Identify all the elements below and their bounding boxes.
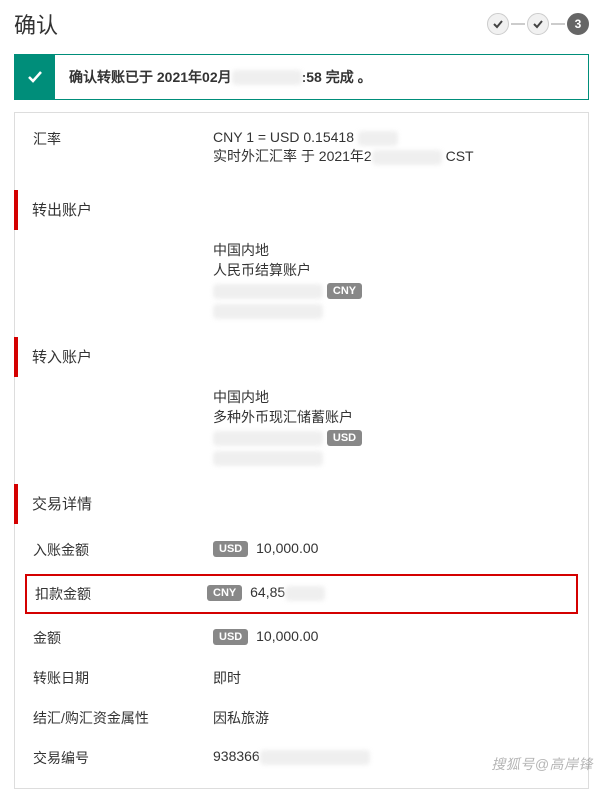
- amount-label: 金额: [33, 628, 213, 648]
- redacted-text: [213, 431, 323, 446]
- alert-message: 确认转账已于 2021年02月 :58 完成 。: [55, 55, 588, 99]
- amount-value: 10,000.00: [256, 628, 318, 644]
- alert-suffix: :58 完成 。: [302, 67, 372, 87]
- purpose-value: 因私旅游: [213, 708, 570, 728]
- from-account-header: 转出账户: [14, 190, 588, 230]
- transfer-date-row: 转账日期 即时: [15, 658, 588, 698]
- redacted-text: [232, 70, 302, 85]
- to-account-header: 转入账户: [14, 337, 588, 377]
- to-account-row: 中国内地 多种外币现汇储蓄账户 USD: [15, 383, 588, 470]
- reference-label: 交易编号: [33, 748, 213, 768]
- purpose-label: 结汇/购汇资金属性: [33, 708, 213, 728]
- step-2-done: [527, 13, 549, 35]
- redacted-text: [285, 586, 325, 601]
- reference-row: 交易编号 938366: [15, 738, 588, 778]
- debit-amount-highlight: 扣款金额 CNY 64,85: [25, 574, 578, 614]
- to-region: 中国内地: [213, 387, 570, 407]
- to-account-type: 多种外币现汇储蓄账户: [213, 407, 570, 427]
- rate-line2-prefix: 实时外汇汇率 于 2021年2: [213, 148, 372, 164]
- step-connector: [511, 23, 525, 25]
- reference-value: 938366: [213, 748, 260, 764]
- rate-value: CNY 1 = USD 0.15418 实时外汇汇率 于 2021年2 CST: [213, 129, 570, 166]
- currency-badge: USD: [213, 541, 248, 557]
- redacted-text: [213, 304, 323, 319]
- rate-line1: CNY 1 = USD 0.15418: [213, 129, 354, 145]
- currency-badge: USD: [213, 629, 248, 645]
- step-1-done: [487, 13, 509, 35]
- check-icon: [532, 18, 544, 30]
- purpose-row: 结汇/购汇资金属性 因私旅游: [15, 698, 588, 738]
- redacted-text: [213, 451, 323, 466]
- currency-badge: CNY: [207, 585, 242, 601]
- success-alert: 确认转账已于 2021年02月 :58 完成 。: [14, 54, 589, 100]
- step-3-current: 3: [567, 13, 589, 35]
- check-icon: [492, 18, 504, 30]
- debit-amount-value: 64,85: [250, 584, 285, 600]
- page-title: 确认: [14, 8, 58, 40]
- redacted-text: [213, 284, 323, 299]
- rate-label: 汇率: [33, 129, 213, 166]
- redacted-text: [260, 750, 370, 765]
- redacted-text: [358, 131, 398, 146]
- transaction-details-header: 交易详情: [14, 484, 588, 524]
- currency-badge: CNY: [327, 283, 362, 299]
- currency-badge: USD: [327, 430, 362, 446]
- debit-amount-label: 扣款金额: [35, 584, 207, 604]
- from-account-row: 中国内地 人民币结算账户 CNY: [15, 236, 588, 323]
- from-region: 中国内地: [213, 240, 570, 260]
- alert-prefix: 确认转账已于 2021年02月: [69, 67, 232, 87]
- details-panel: 汇率 CNY 1 = USD 0.15418 实时外汇汇率 于 2021年2 C…: [14, 112, 589, 789]
- credit-amount-row: 入账金额 USD 10,000.00: [15, 530, 588, 570]
- credit-amount-label: 入账金额: [33, 540, 213, 560]
- step-connector: [551, 23, 565, 25]
- from-account-type: 人民币结算账户: [213, 260, 570, 280]
- transfer-date-label: 转账日期: [33, 668, 213, 688]
- step-tracker: 3: [487, 13, 589, 35]
- rate-row: 汇率 CNY 1 = USD 0.15418 实时外汇汇率 于 2021年2 C…: [15, 113, 588, 176]
- check-icon: [15, 55, 55, 99]
- redacted-text: [372, 150, 442, 165]
- transfer-date-value: 即时: [213, 668, 570, 688]
- rate-line2-suffix: CST: [442, 148, 474, 164]
- credit-amount-value: 10,000.00: [256, 540, 318, 556]
- amount-row: 金额 USD 10,000.00: [15, 618, 588, 658]
